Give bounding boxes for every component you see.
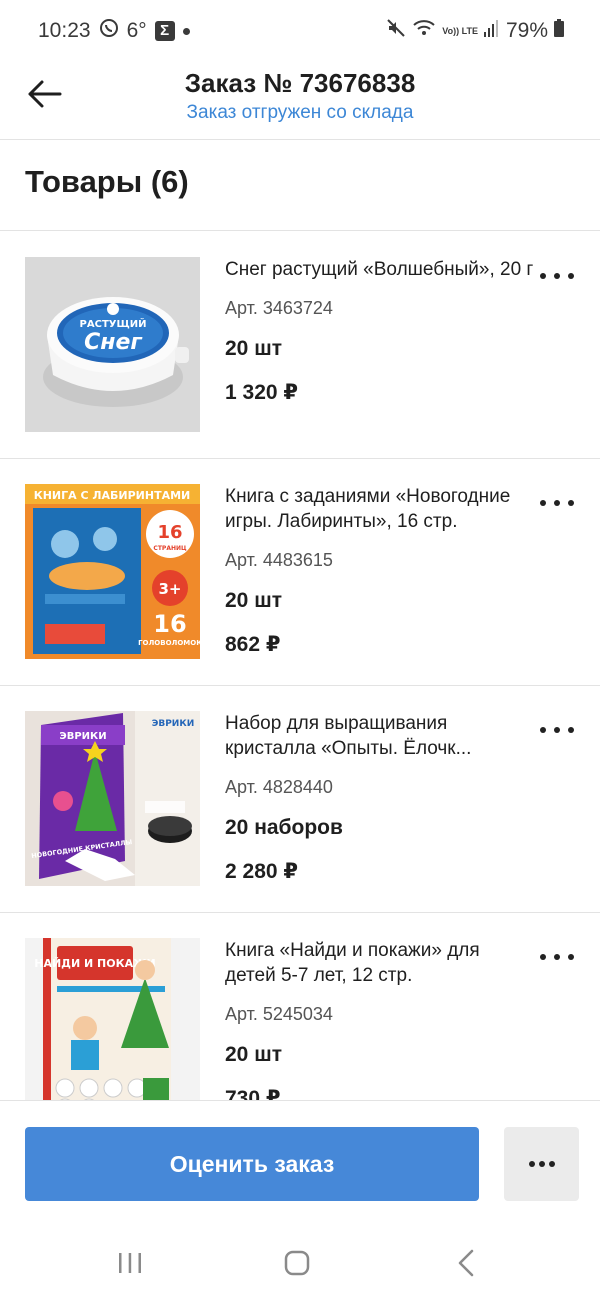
system-back-button[interactable] bbox=[436, 1240, 496, 1290]
more-horizontal-icon bbox=[528, 1161, 555, 1167]
more-horizontal-icon bbox=[540, 954, 574, 960]
product-price: 862 ₽ bbox=[225, 633, 281, 656]
product-price: 1 320 ₽ bbox=[225, 381, 298, 404]
product-image-label: 16 bbox=[153, 610, 186, 638]
system-nav-bar bbox=[0, 1220, 600, 1299]
product-info: Книга с заданиями «Новогодние игры. Лаби… bbox=[225, 484, 535, 658]
product-quantity: 20 шт bbox=[225, 589, 282, 612]
volte-lte-label: Vo)) LTE bbox=[442, 25, 478, 36]
product-info: Книга «Найди и покажи» для детей 5-7 лет… bbox=[225, 938, 535, 1100]
whatsapp-icon bbox=[99, 18, 119, 44]
rate-order-button[interactable]: Оценить заказ bbox=[25, 1127, 479, 1201]
page-title: Заказ № 73676838 bbox=[184, 68, 416, 98]
product-image-label: РАСТУЩИЙ bbox=[80, 317, 147, 330]
product-name[interactable]: Книга с заданиями «Новогодние игры. Лаби… bbox=[225, 484, 535, 534]
notification-dot-icon bbox=[182, 27, 190, 35]
title-block: Заказ № 73676838 Заказ отгружен со склад… bbox=[100, 68, 500, 126]
list-item[interactable]: ЭВРИКИ НОВОГОДНИЕ КРИСТАЛЛЫ ЭВРИКИ Набор… bbox=[0, 685, 600, 913]
clock: 10:23 bbox=[38, 19, 91, 42]
bottom-action-bar: Оценить заказ bbox=[0, 1100, 600, 1201]
recent-apps-icon bbox=[117, 1251, 143, 1280]
product-image-label: СТРАНИЦ bbox=[153, 545, 187, 552]
wifi-icon bbox=[412, 18, 436, 44]
list-item[interactable]: КНИГА С ЛАБИРИНТАМИ 16 СТРАНИЦ 3+ 16 ГОЛ… bbox=[0, 458, 600, 686]
product-article: Арт. 5245034 bbox=[225, 1004, 333, 1024]
product-image-label: ЭВРИКИ bbox=[152, 719, 194, 729]
weather-temperature: 6° bbox=[126, 19, 147, 42]
product-quantity: 20 наборов bbox=[225, 816, 343, 839]
item-more-button[interactable] bbox=[540, 946, 574, 968]
product-info: Набор для выращивания кристалла «Опыты. … bbox=[225, 711, 535, 885]
recent-apps-button[interactable] bbox=[100, 1240, 160, 1290]
nav-back-icon bbox=[457, 1249, 475, 1282]
list-item[interactable]: РАСТУЩИЙ Снег Снег растущий «Волшебный»,… bbox=[0, 231, 600, 459]
item-more-button[interactable] bbox=[540, 265, 574, 287]
product-image-label: 3+ bbox=[158, 580, 181, 598]
product-image-label: ГОЛОВОЛОМОК bbox=[138, 639, 200, 647]
home-button[interactable] bbox=[267, 1240, 327, 1290]
product-name[interactable]: Книга «Найди и покажи» для детей 5-7 лет… bbox=[225, 938, 535, 988]
order-header: Заказ № 73676838 Заказ отгружен со склад… bbox=[0, 64, 600, 140]
product-article: Арт. 4828440 bbox=[225, 777, 333, 797]
product-quantity: 20 шт bbox=[225, 1043, 282, 1066]
product-quantity: 20 шт bbox=[225, 337, 282, 360]
product-image[interactable]: ЭВРИКИ НОВОГОДНИЕ КРИСТАЛЛЫ ЭВРИКИ bbox=[25, 711, 200, 886]
list-item[interactable]: НАЙДИ И ПОКАЖИ Книга «Найди и покажи» дл… bbox=[0, 912, 600, 1100]
product-image-label: 16 bbox=[157, 522, 182, 543]
more-horizontal-icon bbox=[540, 727, 574, 733]
product-price: 730 ₽ bbox=[225, 1087, 281, 1100]
product-price: 2 280 ₽ bbox=[225, 860, 298, 883]
product-article: Арт. 3463724 bbox=[225, 298, 333, 318]
sigma-app-icon: Σ bbox=[154, 21, 175, 41]
status-bar: 10:23 6° Σ Vo)) LTE 79% bbox=[0, 0, 600, 64]
home-icon bbox=[284, 1250, 310, 1281]
battery-percent: 79% bbox=[505, 19, 548, 42]
status-bar-right: Vo)) LTE 79% bbox=[380, 18, 564, 44]
item-more-button[interactable] bbox=[540, 492, 574, 514]
signal-icon bbox=[483, 19, 500, 43]
order-status: Заказ отгружен со склада bbox=[186, 102, 414, 123]
item-more-button[interactable] bbox=[540, 719, 574, 741]
product-name[interactable]: Набор для выращивания кристалла «Опыты. … bbox=[225, 711, 535, 761]
product-image[interactable]: КНИГА С ЛАБИРИНТАМИ 16 СТРАНИЦ 3+ 16 ГОЛ… bbox=[25, 484, 200, 659]
section-title: Товары (6) bbox=[25, 164, 189, 199]
product-article: Арт. 4483615 bbox=[225, 550, 333, 570]
more-horizontal-icon bbox=[540, 273, 574, 279]
back-button[interactable] bbox=[22, 76, 66, 116]
more-horizontal-icon bbox=[540, 500, 574, 506]
product-image-label: ЭВРИКИ bbox=[59, 731, 106, 742]
product-info: Снег растущий «Волшебный», 20 г Арт. 346… bbox=[225, 257, 535, 406]
battery-icon bbox=[554, 19, 564, 43]
product-image-label: Снег bbox=[84, 330, 143, 355]
product-image-label: КНИГА С ЛАБИРИНТАМИ bbox=[34, 489, 191, 502]
mute-icon bbox=[386, 18, 406, 44]
product-name[interactable]: Снег растущий «Волшебный», 20 г bbox=[225, 257, 535, 282]
product-list: РАСТУЩИЙ Снег Снег растущий «Волшебный»,… bbox=[0, 231, 600, 1100]
status-bar-left: 10:23 6° Σ bbox=[38, 18, 198, 44]
product-image[interactable]: РАСТУЩИЙ Снег bbox=[25, 257, 200, 432]
arrow-left-icon bbox=[26, 79, 62, 114]
product-image[interactable]: НАЙДИ И ПОКАЖИ bbox=[25, 938, 200, 1100]
bottom-more-button[interactable] bbox=[504, 1127, 579, 1201]
